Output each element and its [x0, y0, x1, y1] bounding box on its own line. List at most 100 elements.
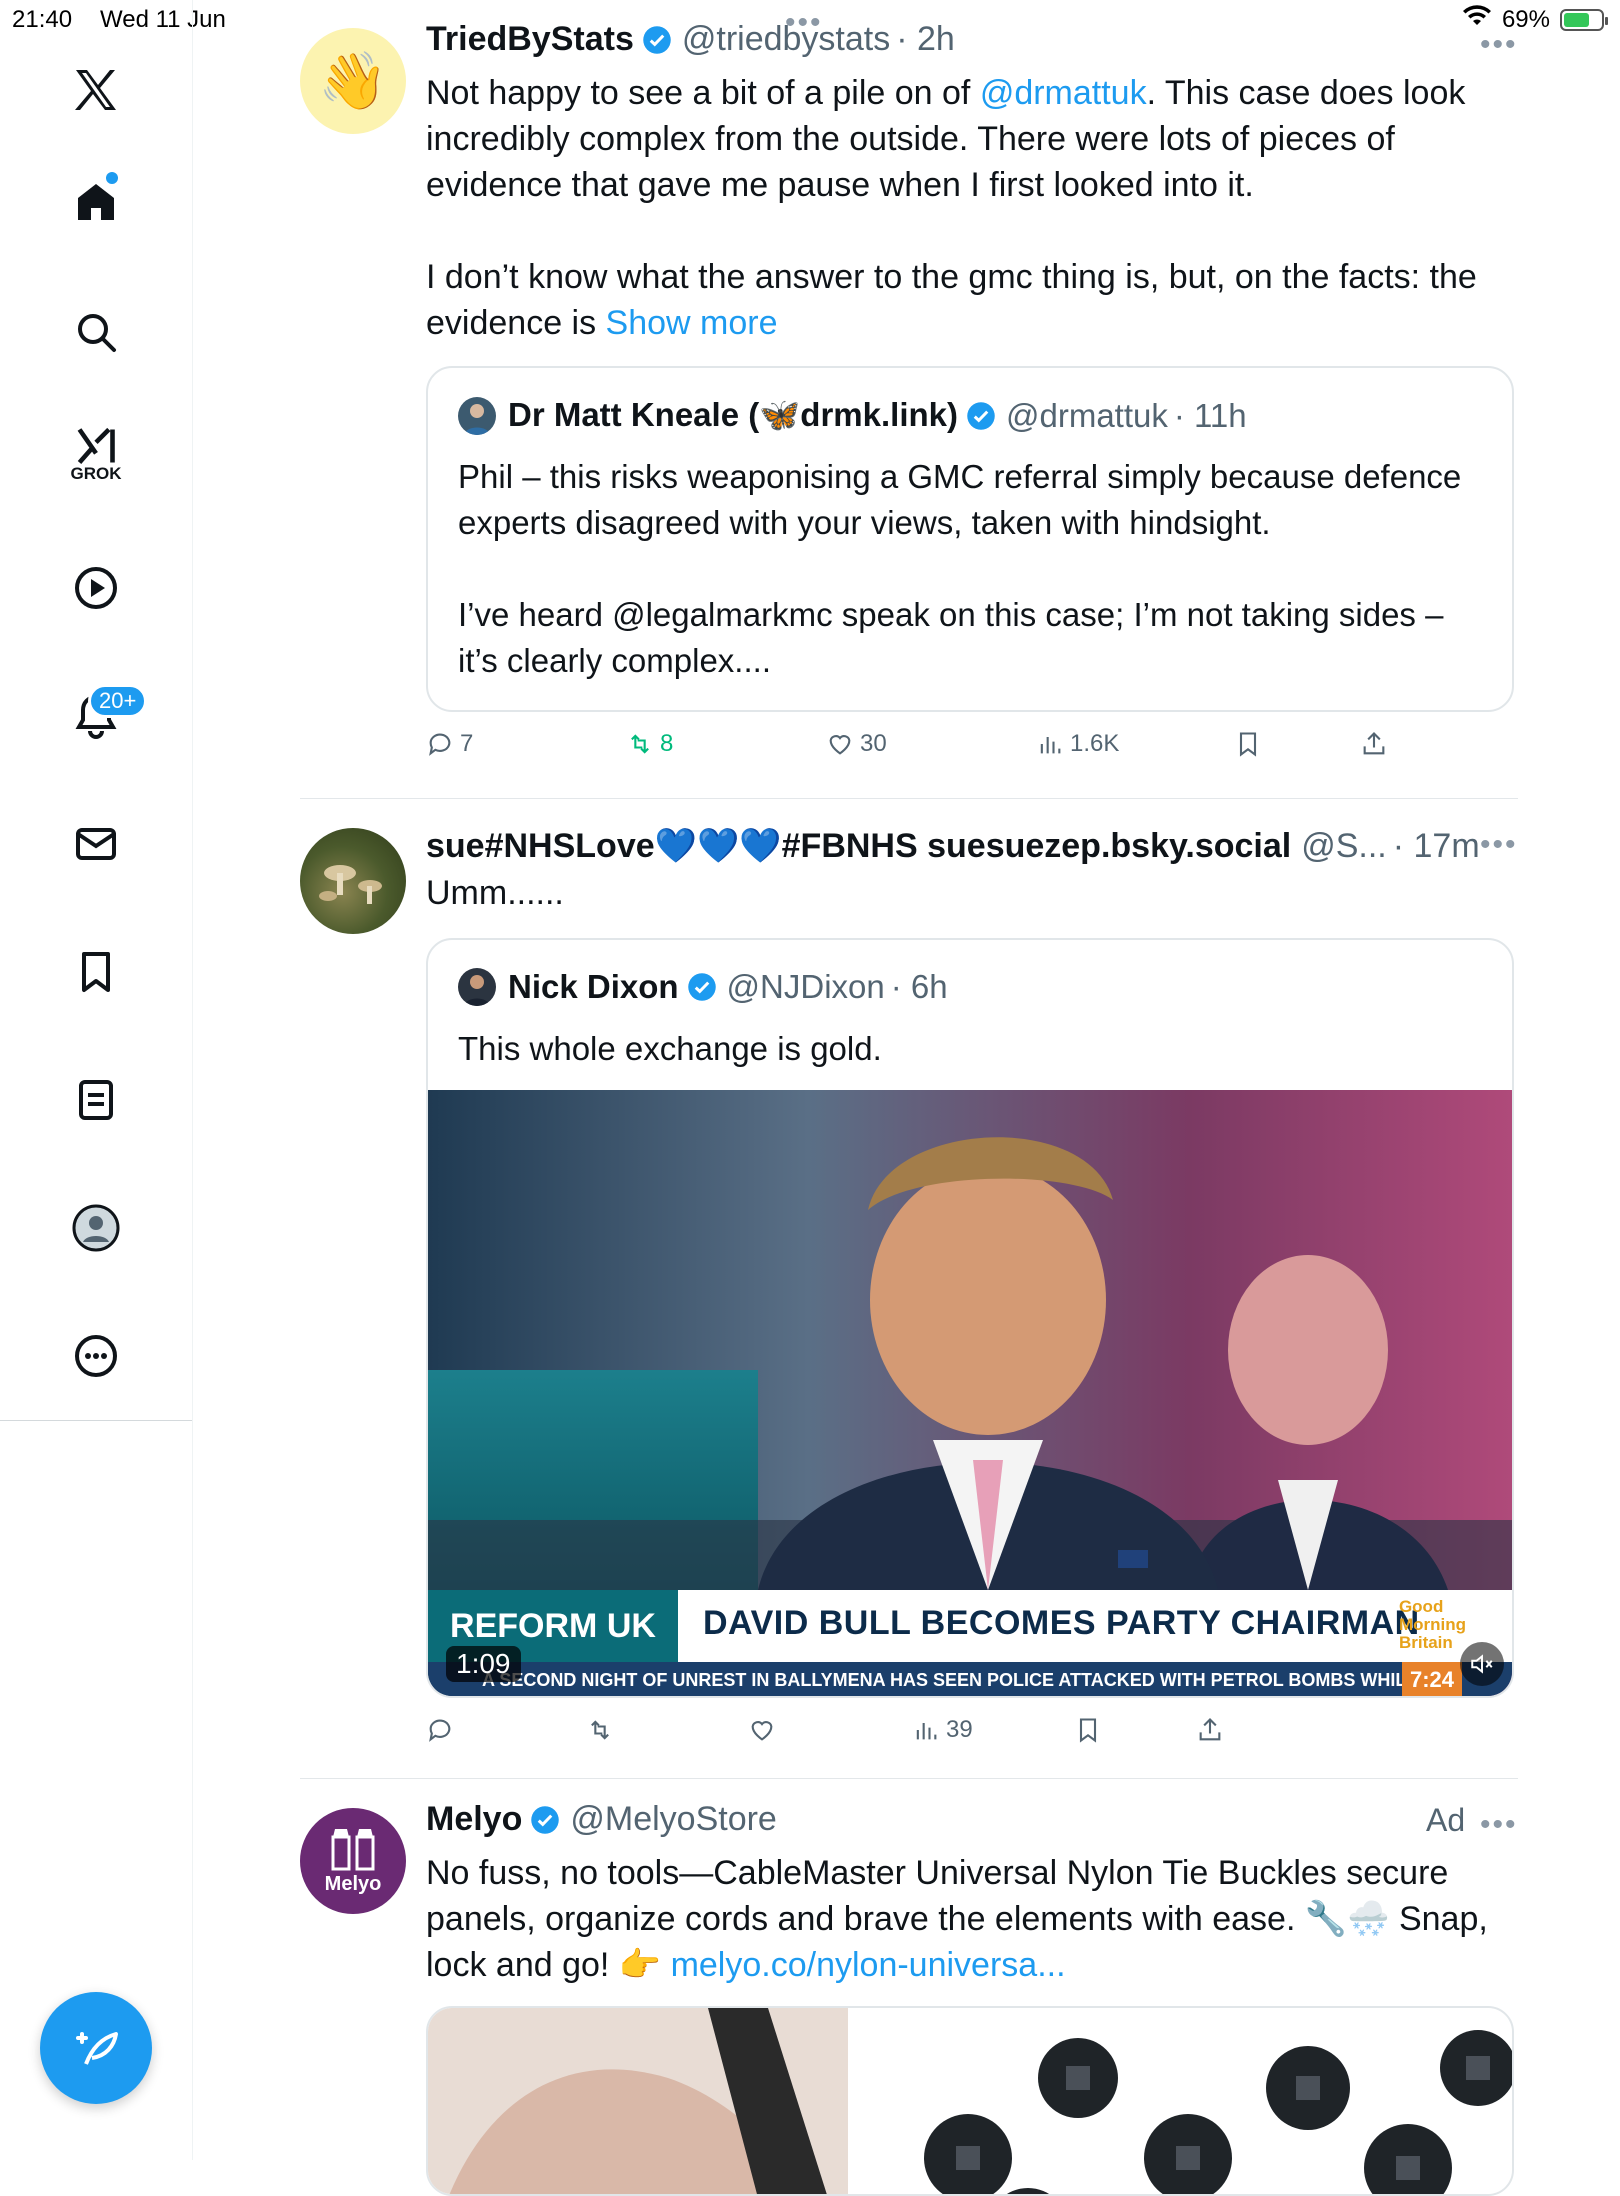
views-button[interactable]: 39 [912, 1716, 973, 1744]
sidebar-divider [0, 1420, 192, 1421]
views-chart-icon [916, 1723, 937, 1740]
post-text: No fuss, no tools—CableMaster Universal … [426, 1850, 1516, 1988]
quoted-avatar [458, 396, 496, 435]
like-button[interactable] [748, 1716, 776, 1744]
views-chart-icon [1040, 737, 1061, 754]
quoted-time: · 6h [890, 968, 948, 1005]
x-logo-icon[interactable] [60, 54, 132, 126]
tweet-header: TriedByStats @triedbystats · 2h [426, 20, 955, 59]
video-icon[interactable] [60, 552, 132, 624]
quoted-author-name: Dr Matt Kneale (🦋drmk.link) [508, 396, 958, 433]
post-text: Umm...... [426, 874, 564, 912]
search-icon[interactable] [60, 296, 132, 368]
like-button[interactable]: 30 [826, 730, 887, 758]
grok-label: GROK [70, 464, 122, 483]
reply-icon [429, 733, 451, 756]
share-button[interactable] [1196, 1716, 1224, 1744]
notifications-badge: 20+ [88, 684, 148, 718]
author-handle[interactable]: @triedbystats [682, 20, 890, 59]
post-time[interactable]: · 2h [896, 20, 955, 59]
home-notification-dot [106, 172, 118, 184]
share-button[interactable] [1360, 730, 1388, 758]
ad-media[interactable] [426, 2006, 1514, 2196]
quoted-header: Nick Dixon @NJDixon · 6h [458, 968, 948, 1006]
waving-hand-icon: 👋 [318, 49, 388, 112]
author-name[interactable]: sue#NHSLove💙💙💙#FBNHS suesuezep.bsky.soci… [426, 826, 1291, 866]
home-icon[interactable] [60, 166, 132, 238]
share-icon [1199, 1718, 1221, 1741]
quoted-text: Phil – this risks weaponising a GMC refe… [458, 454, 1488, 684]
quoted-text-p2: I’ve heard @legalmarkmc speak on this ca… [458, 596, 1444, 679]
ad-link[interactable]: melyo.co/nylon-universa... [671, 1946, 1066, 1984]
quoted-avatar [458, 968, 496, 1006]
news-lower-third: REFORM UK DAVID BULL BECOMES PARTY CHAIR… [428, 1590, 1512, 1662]
bookmark-icon [1079, 1718, 1097, 1743]
avatar[interactable]: Melyo [300, 1808, 406, 1914]
headline: DAVID BULL BECOMES PARTY CHAIRMAN [703, 1604, 1420, 1642]
post-actions: 7 8 30 1.6K [426, 730, 1426, 770]
bookmark-button[interactable] [1074, 1716, 1102, 1744]
repost-icon [631, 734, 649, 754]
ad-label: Ad [1426, 1802, 1466, 1838]
author-name[interactable]: Melyo [426, 1800, 522, 1839]
video-duration: 1:09 [446, 1646, 521, 1682]
author-name[interactable]: TriedByStats [426, 20, 634, 59]
quoted-author-handle: @NJDixon [726, 968, 885, 1005]
post-divider [300, 1778, 1518, 1779]
compose-post-button[interactable] [40, 1992, 152, 2104]
verified-badge-icon [643, 25, 671, 54]
quoted-post[interactable]: Dr Matt Kneale (🦋drmk.link) @drmattuk · … [426, 366, 1514, 712]
heart-icon [829, 735, 851, 755]
compose-feather-icon [76, 2032, 118, 2065]
broadcast-clock: 7:24 [1402, 1662, 1462, 1696]
avatar[interactable] [300, 828, 406, 934]
repost-button[interactable]: 8 [626, 730, 673, 758]
post-more-icon[interactable]: ••• [1480, 28, 1518, 62]
avatar[interactable]: 👋 [300, 28, 406, 134]
bookmark-button[interactable] [1234, 730, 1262, 758]
mention-link[interactable]: @drmattuk [980, 74, 1147, 112]
reply-button[interactable]: 7 [426, 730, 473, 758]
brand-logo-text: Melyo [324, 1872, 382, 1895]
quoted-text-p1: Phil – this risks weaponising a GMC refe… [458, 458, 1462, 541]
video-player[interactable]: REFORM UK DAVID BULL BECOMES PARTY CHAIR… [428, 1090, 1512, 1696]
quoted-post[interactable]: Nick Dixon @NJDixon · 6h This whole exch… [426, 938, 1514, 1698]
battery-icon [1560, 8, 1608, 31]
bookmarks-icon[interactable] [60, 936, 132, 1008]
verified-badge-icon [967, 401, 995, 430]
quoted-author-name: Nick Dixon [508, 968, 679, 1005]
repost-button[interactable] [586, 1716, 614, 1744]
reply-count: 7 [460, 730, 474, 757]
quoted-header: Dr Matt Kneale (🦋drmk.link) @drmattuk · … [458, 396, 1247, 435]
show-more-link[interactable]: Show more [606, 304, 778, 342]
grok-icon[interactable]: GROK [60, 418, 132, 490]
sidebar: GROK 20+ [0, 0, 193, 2160]
repost-icon [591, 1720, 609, 1740]
post-divider [300, 798, 1518, 799]
mute-button[interactable] [1460, 1642, 1504, 1686]
mushroom-photo-icon [319, 865, 382, 904]
quoted-text: This whole exchange is gold. [458, 1030, 882, 1067]
quoted-author-handle: @drmattuk [1006, 396, 1168, 434]
author-handle[interactable]: @MelyoStore [570, 1800, 776, 1839]
messages-icon[interactable] [60, 808, 132, 880]
salt-shakers-icon [331, 1828, 375, 1870]
reply-button[interactable] [426, 1716, 454, 1744]
author-handle[interactable]: @S... [1301, 827, 1387, 866]
post-time[interactable]: · 17m [1393, 827, 1480, 866]
profile-avatar-icon[interactable] [60, 1192, 132, 1264]
more-options-icon[interactable] [60, 1320, 132, 1392]
tweet-header: Melyo @MelyoStore [426, 1800, 777, 1839]
share-icon [1363, 732, 1385, 755]
views-button[interactable]: 1.6K [1036, 730, 1119, 758]
quoted-time: · 11h [1173, 396, 1247, 434]
speaker-muted-icon [1471, 1654, 1493, 1674]
view-count: 1.6K [1070, 730, 1120, 757]
post-text-part: Not happy to see a bit of a pile on of [426, 74, 980, 112]
show-logo: Good Morning Britain [1398, 1597, 1466, 1652]
post-more-icon[interactable]: ••• [1480, 1808, 1518, 1842]
post-more-icon[interactable]: ••• [1480, 828, 1518, 862]
heart-icon [751, 1721, 773, 1741]
lists-icon[interactable] [60, 1064, 132, 1136]
verified-badge-icon [687, 973, 716, 1001]
